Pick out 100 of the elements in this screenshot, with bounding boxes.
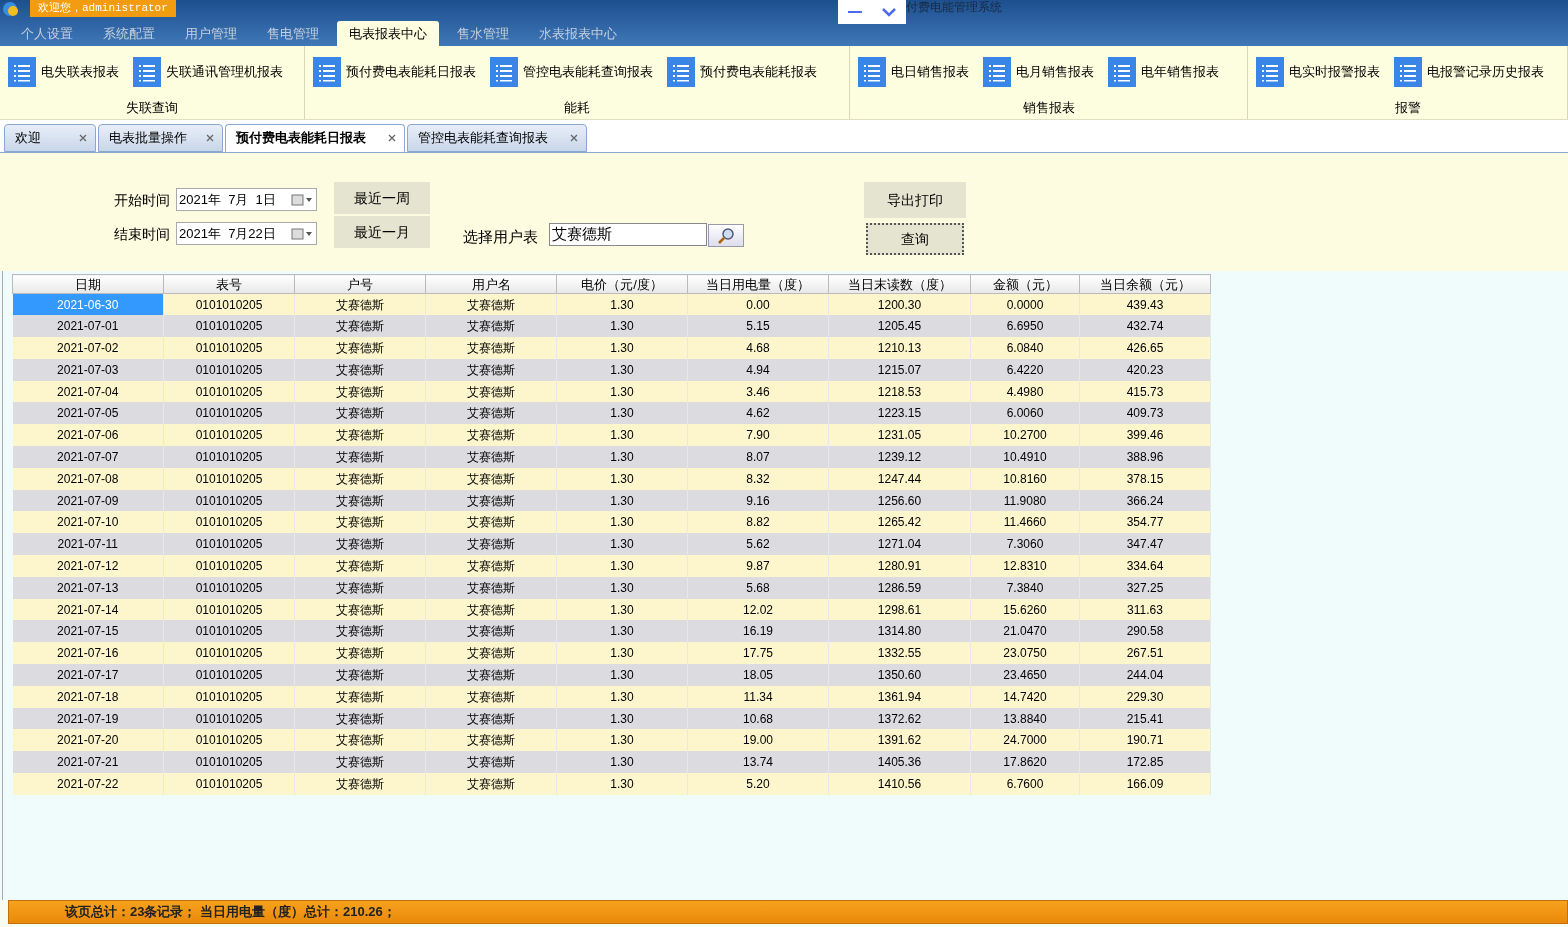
- table-cell: 艾赛德斯: [425, 555, 557, 577]
- column-header[interactable]: 用户名: [425, 274, 557, 294]
- column-header[interactable]: 户号: [294, 274, 426, 294]
- table-row[interactable]: 2021-07-15 0101010205 艾赛德斯 艾赛德斯 1.30 16.19 1314.80 21.0470 290.58: [12, 620, 1211, 643]
- table-cell: 12.8310: [970, 555, 1080, 577]
- table-row[interactable]: 2021-07-09 0101010205 艾赛德斯 艾赛德斯 1.30 9.16 1256.60 11.9080 366.24: [12, 489, 1211, 512]
- table-row[interactable]: 2021-07-19 0101010205 艾赛德斯 艾赛德斯 1.30 10.68 1372.62 13.8840 215.41: [12, 707, 1211, 730]
- menu-tab[interactable]: 电表报表中心: [337, 21, 439, 46]
- menu-tab[interactable]: 售电管理: [255, 21, 331, 46]
- column-header[interactable]: 当日用电量（度）: [687, 274, 829, 294]
- table-cell: 1410.56: [828, 773, 971, 795]
- menu-tab[interactable]: 售水管理: [445, 21, 521, 46]
- table-cell: 0101010205: [163, 446, 295, 468]
- column-header[interactable]: 金额（元）: [970, 274, 1080, 294]
- table-row[interactable]: 2021-07-10 0101010205 艾赛德斯 艾赛德斯 1.30 8.82 1265.42 11.4660 354.77: [12, 511, 1211, 534]
- table-cell: 2021-07-03: [12, 358, 164, 381]
- table-cell: 艾赛德斯: [425, 446, 557, 468]
- search-button[interactable]: [708, 224, 744, 247]
- table-cell: 0101010205: [163, 555, 295, 577]
- table-row[interactable]: 2021-07-11 0101010205 艾赛德斯 艾赛德斯 1.30 5.62 1271.04 7.3060 347.47: [12, 533, 1211, 556]
- table-row[interactable]: 2021-07-02 0101010205 艾赛德斯 艾赛德斯 1.30 4.68 1210.13 6.0840 426.65: [12, 337, 1211, 359]
- column-header[interactable]: 日期: [12, 274, 164, 294]
- table-row[interactable]: 2021-07-08 0101010205 艾赛德斯 艾赛德斯 1.30 8.32 1247.44 10.8160 378.15: [12, 467, 1211, 490]
- table-cell: 378.15: [1079, 467, 1211, 490]
- ribbon-button[interactable]: 电失联表报表: [8, 53, 119, 90]
- table-cell: 1210.13: [828, 337, 971, 359]
- ribbon-group-label: 能耗: [564, 100, 590, 115]
- ribbon-group-label: 销售报表: [1022, 100, 1075, 115]
- table-row[interactable]: 2021-07-17 0101010205 艾赛德斯 艾赛德斯 1.30 18.05 1350.60 23.4650 244.04: [12, 664, 1211, 686]
- table-row[interactable]: 2021-07-05 0101010205 艾赛德斯 艾赛德斯 1.30 4.62 1223.15 6.0060 409.73: [12, 402, 1211, 425]
- menu-tab[interactable]: 水表报表中心: [527, 21, 629, 46]
- ribbon-button[interactable]: 电报警记录历史报表: [1394, 53, 1544, 90]
- close-icon[interactable]: [388, 134, 396, 142]
- table-row[interactable]: 2021-07-12 0101010205 艾赛德斯 艾赛德斯 1.30 9.87 1280.91 12.8310 334.64: [12, 555, 1211, 577]
- table-cell: 艾赛德斯: [425, 576, 557, 599]
- menu-tab[interactable]: 用户管理: [173, 21, 249, 46]
- document-tab[interactable]: 欢迎: [4, 124, 96, 152]
- table-cell: 0101010205: [163, 576, 295, 599]
- close-icon[interactable]: [206, 134, 214, 142]
- table-cell: 1.30: [556, 576, 688, 599]
- table-row[interactable]: 2021-07-18 0101010205 艾赛德斯 艾赛德斯 1.30 11.34 1361.94 14.7420 229.30: [12, 685, 1211, 708]
- ribbon-button[interactable]: 电日销售报表: [858, 53, 969, 90]
- ribbon-button[interactable]: 预付费电表能耗日报表: [313, 53, 476, 90]
- table-cell: 艾赛德斯: [294, 467, 426, 490]
- list-icon: [133, 56, 161, 87]
- table-cell: 1.30: [556, 664, 688, 686]
- table-cell: 2021-07-07: [12, 446, 164, 468]
- ribbon-button[interactable]: 电年销售报表: [1108, 53, 1219, 90]
- column-header[interactable]: 表号: [163, 274, 295, 294]
- table-cell: 艾赛德斯: [294, 446, 426, 468]
- user-field[interactable]: 艾赛德斯: [549, 223, 707, 246]
- minimize-icon[interactable]: [848, 10, 862, 14]
- document-tab[interactable]: 管控电表能耗查询报表: [407, 124, 587, 152]
- date-picker[interactable]: 2021年 7月22日: [176, 222, 317, 245]
- column-header[interactable]: 当日余额（元）: [1079, 274, 1211, 294]
- table-row[interactable]: 2021-07-01 0101010205 艾赛德斯 艾赛德斯 1.30 5.15 1205.45 6.6950 432.74: [12, 315, 1211, 338]
- table-row[interactable]: 2021-07-16 0101010205 艾赛德斯 艾赛德斯 1.30 17.75 1332.55 23.0750 267.51: [12, 642, 1211, 665]
- table-cell: 9.87: [687, 555, 829, 577]
- ribbon-button[interactable]: 预付费电表能耗报表: [667, 53, 817, 90]
- ribbon-button[interactable]: 失联通讯管理机报表: [133, 53, 283, 90]
- close-icon[interactable]: [79, 134, 87, 142]
- table-row[interactable]: 2021-07-22 0101010205 艾赛德斯 艾赛德斯 1.30 5.20 1410.56 6.7600 166.09: [12, 773, 1211, 795]
- month-button[interactable]: 最近一月: [334, 216, 430, 248]
- column-header[interactable]: 电价（元/度）: [556, 274, 688, 294]
- close-icon[interactable]: [570, 134, 578, 142]
- table-row[interactable]: 2021-07-13 0101010205 艾赛德斯 艾赛德斯 1.30 5.68 1286.59 7.3840 327.25: [12, 576, 1211, 599]
- table-cell: 0101010205: [163, 664, 295, 686]
- column-header[interactable]: 当日末读数（度）: [828, 274, 971, 294]
- query-button[interactable]: 查询: [866, 223, 964, 255]
- table-row[interactable]: 2021-07-20 0101010205 艾赛德斯 艾赛德斯 1.30 19.00 1391.62 24.7000 190.71: [12, 729, 1211, 752]
- document-tab[interactable]: 预付费电表能耗日报表: [225, 124, 405, 152]
- ribbon-button[interactable]: 管控电表能耗查询报表: [490, 53, 653, 90]
- table-cell: 艾赛德斯: [294, 685, 426, 708]
- table-cell: 334.64: [1079, 555, 1211, 577]
- table-cell: 艾赛德斯: [294, 337, 426, 359]
- table-cell: 2021-07-12: [12, 555, 164, 577]
- table-cell: 艾赛德斯: [425, 773, 557, 795]
- table-row[interactable]: 2021-07-03 0101010205 艾赛德斯 艾赛德斯 1.30 4.94 1215.07 6.4220 420.23: [12, 358, 1211, 381]
- table-cell: 0101010205: [163, 358, 295, 381]
- table-cell: 2021-07-17: [12, 664, 164, 686]
- table-cell: 艾赛德斯: [425, 685, 557, 708]
- document-tab[interactable]: 电表批量操作: [98, 124, 223, 152]
- week-button[interactable]: 最近一周: [334, 182, 430, 214]
- table-row[interactable]: 2021-07-06 0101010205 艾赛德斯 艾赛德斯 1.30 7.90 1231.05 10.2700 399.46: [12, 424, 1211, 447]
- list-icon: [1108, 56, 1136, 87]
- table-cell: 166.09: [1079, 773, 1211, 795]
- ribbon-button[interactable]: 电实时报警报表: [1256, 53, 1380, 90]
- date-picker[interactable]: 2021年 7月 1日: [176, 188, 317, 211]
- export-print-button[interactable]: 导出打印: [864, 182, 966, 218]
- table-cell: 0101010205: [163, 337, 295, 359]
- menu-tab[interactable]: 系统配置: [91, 21, 167, 46]
- table-cell: 艾赛德斯: [294, 664, 426, 686]
- table-row[interactable]: 2021-06-30 0101010205 艾赛德斯 艾赛德斯 1.30 0.00 1200.30 0.0000 439.43: [12, 293, 1211, 316]
- table-row[interactable]: 2021-07-21 0101010205 艾赛德斯 艾赛德斯 1.30 13.74 1405.36 17.8620 172.85: [12, 751, 1211, 774]
- table-row[interactable]: 2021-07-07 0101010205 艾赛德斯 艾赛德斯 1.30 8.07 1239.12 10.4910 388.96: [12, 446, 1211, 468]
- table-row[interactable]: 2021-07-04 0101010205 艾赛德斯 艾赛德斯 1.30 3.46 1218.53 4.4980 415.73: [12, 380, 1211, 403]
- ribbon-button[interactable]: 电月销售报表: [983, 53, 1094, 90]
- chevron-down-icon[interactable]: [882, 7, 896, 17]
- menu-tab[interactable]: 个人设置: [9, 21, 85, 46]
- table-row[interactable]: 2021-07-14 0101010205 艾赛德斯 艾赛德斯 1.30 12.02 1298.61 15.6260 311.63: [12, 598, 1211, 621]
